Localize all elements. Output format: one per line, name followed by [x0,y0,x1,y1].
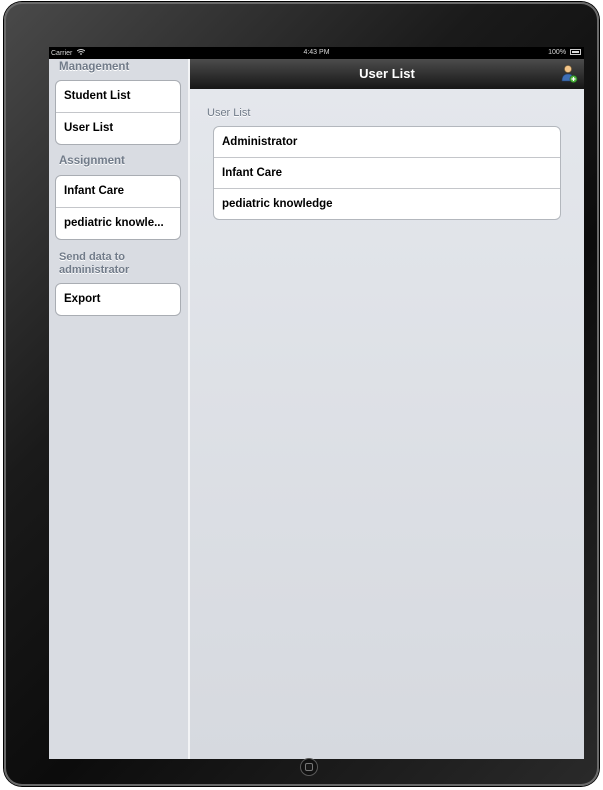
screen: Carrier 4:43 PM 100% Management Student … [49,47,584,759]
group-management: Student List User List [55,80,181,145]
page-title: User List [359,66,415,81]
section-header-management: Management [59,61,130,73]
sidebar-item-user-list[interactable]: User List [56,113,180,144]
list-item[interactable]: Administrator [214,127,560,158]
ipad-frame: Carrier 4:43 PM 100% Management Student … [4,2,599,786]
list-item[interactable]: pediatric knowledge [214,189,560,219]
sidebar: Management Student List User List Assign… [49,59,190,759]
battery-status: 100% [548,49,581,56]
home-button[interactable] [300,758,318,776]
section-header-assignment: Assignment [59,155,125,167]
sidebar-item-pediatric-knowledge[interactable]: pediatric knowle... [56,208,180,239]
status-time: 4:43 PM [303,49,330,56]
section-header-user-list: User List [207,107,251,119]
sidebar-item-infant-care[interactable]: Infant Care [56,176,180,208]
user-add-icon[interactable] [560,64,578,84]
list-item[interactable]: Infant Care [214,158,560,189]
status-bar: Carrier 4:43 PM 100% [49,47,584,59]
section-header-send-data: Send data to administrator [59,251,130,276]
sidebar-item-student-list[interactable]: Student List [56,81,180,113]
user-list-table: Administrator Infant Care pediatric know… [213,126,561,220]
group-assignment: Infant Care pediatric knowle... [55,175,181,240]
battery-icon [570,49,581,56]
detail-pane: User List Administrator Infant Care pedi… [190,89,584,759]
sidebar-item-export[interactable]: Export [56,284,180,315]
group-export: Export [55,283,181,316]
navigation-bar: User List [190,59,584,90]
